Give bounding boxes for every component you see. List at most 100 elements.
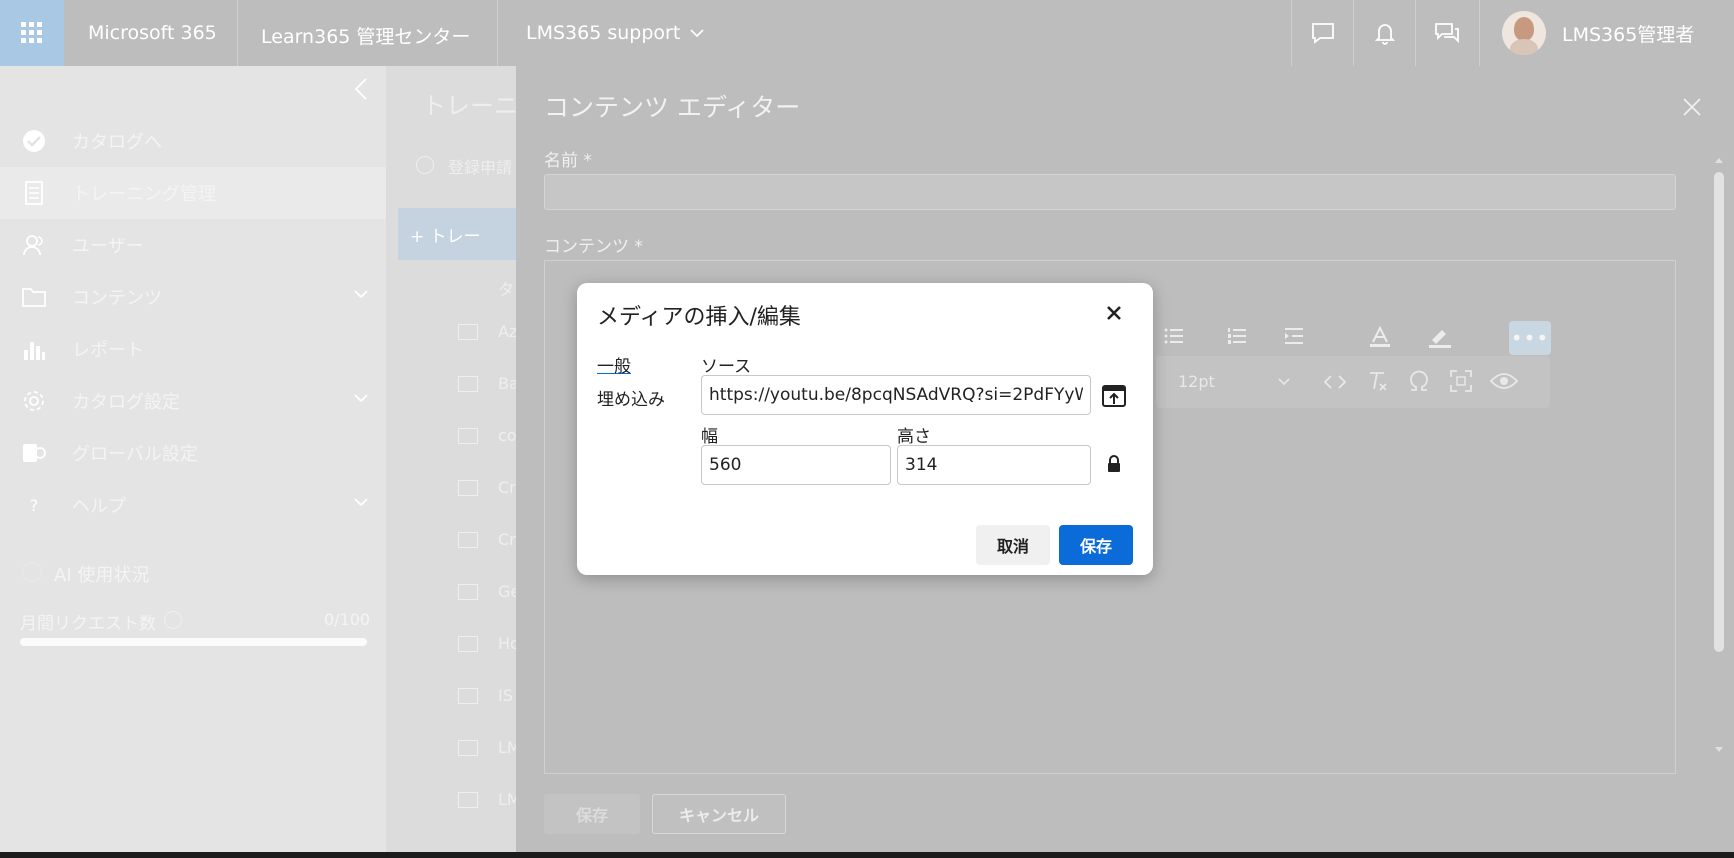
source-input[interactable] bbox=[701, 375, 1091, 415]
special-character-icon[interactable] bbox=[1408, 370, 1430, 392]
editor-save-label: 保存 bbox=[575, 806, 608, 825]
width-input[interactable] bbox=[701, 445, 891, 485]
add-training-button[interactable]: + トレー bbox=[398, 208, 516, 260]
clear-format-icon[interactable] bbox=[1367, 370, 1389, 392]
sidebar-item-global-settings[interactable]: グローバル設定 bbox=[0, 427, 386, 479]
sidebar-item-label: カタログ設定 bbox=[72, 392, 180, 413]
bullet-list-icon[interactable] bbox=[1164, 326, 1184, 346]
more-tools-button[interactable]: ••• bbox=[1509, 321, 1551, 355]
close-icon[interactable] bbox=[1106, 305, 1122, 321]
tab-general[interactable]: 一般 bbox=[597, 352, 631, 377]
source-label: ソース bbox=[701, 357, 752, 377]
list-toolbar bbox=[1164, 326, 1304, 350]
lock-icon[interactable] bbox=[1107, 455, 1121, 473]
registration-label[interactable]: 登録申請 bbox=[448, 154, 512, 178]
list-item[interactable]: co bbox=[498, 426, 517, 445]
browse-file-icon[interactable] bbox=[1102, 385, 1126, 407]
users-icon bbox=[18, 233, 50, 257]
content-label: コンテンツ * bbox=[544, 237, 643, 257]
ai-usage-title: AI 使用状況 bbox=[54, 565, 150, 586]
editor-cancel-label: キャンセル bbox=[678, 806, 759, 825]
center-name[interactable]: Learn365 管理センター bbox=[261, 22, 470, 49]
name-input[interactable] bbox=[544, 174, 1676, 210]
item-icon bbox=[458, 428, 478, 444]
font-size-select[interactable]: 12pt bbox=[1178, 372, 1215, 391]
item-icon bbox=[458, 636, 478, 652]
sidebar-item-label: カタログへ bbox=[72, 132, 162, 153]
dialog-cancel-button[interactable]: 取消 bbox=[976, 525, 1050, 565]
training-list-panel: トレーニ 登録申請 + トレー タ Az Ba co Cr Cr Ge Ho I… bbox=[386, 66, 521, 858]
code-icon[interactable] bbox=[1324, 372, 1346, 392]
editor-cancel-button[interactable]: キャンセル bbox=[652, 794, 786, 834]
user-name: LMS365管理者 bbox=[1562, 23, 1695, 46]
chevron-down-icon bbox=[354, 290, 368, 299]
sidebar-item-catalog[interactable]: カタログへ bbox=[0, 115, 386, 167]
app-name[interactable]: Microsoft 365 bbox=[88, 22, 217, 44]
divider bbox=[1353, 0, 1354, 66]
height-input[interactable] bbox=[897, 445, 1091, 485]
font-color-icon[interactable] bbox=[1369, 326, 1391, 348]
item-icon bbox=[458, 324, 478, 340]
highlight-icon[interactable] bbox=[1428, 326, 1452, 348]
site-selector[interactable]: LMS365 support bbox=[526, 22, 704, 44]
notifications-button[interactable] bbox=[1355, 0, 1415, 66]
bar-chart-icon bbox=[18, 338, 50, 360]
collapse-icon[interactable] bbox=[354, 78, 368, 100]
folder-icon bbox=[458, 740, 478, 756]
list-item[interactable]: Cr bbox=[498, 530, 516, 549]
overflow-toolbar: 12pt bbox=[1156, 356, 1550, 408]
sidebar-item-training-management[interactable]: トレーニング管理 bbox=[0, 167, 386, 219]
sidebar-item-label: ユーザー bbox=[72, 236, 144, 257]
list-item[interactable]: Cr bbox=[498, 478, 516, 497]
panel-title: トレーニ bbox=[422, 92, 518, 120]
taskbar-strip bbox=[0, 852, 1734, 858]
add-training-label: + トレー bbox=[410, 227, 481, 247]
chevron-down-icon bbox=[354, 498, 368, 507]
divider bbox=[237, 0, 238, 66]
width-label: 幅 bbox=[701, 427, 718, 447]
user-menu[interactable]: LMS365管理者 bbox=[1502, 11, 1694, 55]
close-icon[interactable] bbox=[1683, 98, 1701, 116]
sidebar-item-users[interactable]: ユーザー bbox=[0, 219, 386, 271]
sidebar-item-contents[interactable]: コンテンツ bbox=[0, 271, 386, 323]
messages-icon bbox=[1435, 23, 1459, 44]
sidebar-item-label: コンテンツ bbox=[72, 288, 162, 309]
chevron-down-icon bbox=[1278, 378, 1290, 386]
fullscreen-icon[interactable] bbox=[1450, 370, 1472, 392]
dialog-save-button[interactable]: 保存 bbox=[1059, 525, 1133, 565]
sidebar: カタログへ トレーニング管理 ユーザー コンテンツ レポート カタログ設定 グロ… bbox=[0, 66, 386, 858]
dialog-title: メディアの挿入/編集 bbox=[597, 305, 801, 330]
divider bbox=[1479, 0, 1480, 66]
dialog-cancel-label: 取消 bbox=[996, 537, 1029, 556]
numbered-list-icon[interactable] bbox=[1227, 326, 1247, 346]
app-launcher-button[interactable] bbox=[0, 0, 64, 66]
list-item[interactable]: IS bbox=[498, 686, 513, 705]
tab-embed[interactable]: 埋め込み bbox=[597, 385, 665, 410]
editor-save-button[interactable]: 保存 bbox=[544, 794, 640, 834]
item-icon bbox=[458, 792, 478, 808]
item-icon bbox=[458, 688, 478, 704]
sidebar-item-catalog-settings[interactable]: カタログ設定 bbox=[0, 375, 386, 427]
scroll-thumb[interactable] bbox=[1714, 172, 1724, 652]
editor-title: コンテンツ エディター bbox=[544, 93, 801, 122]
scrollbar[interactable] bbox=[1712, 156, 1726, 756]
sidebar-item-label: ヘルプ bbox=[72, 496, 126, 517]
sidebar-item-reports[interactable]: レポート bbox=[0, 323, 386, 375]
indent-icon[interactable] bbox=[1284, 326, 1304, 346]
feedback-button[interactable] bbox=[1293, 0, 1353, 66]
media-dialog: メディアの挿入/編集 一般 埋め込み ソース 幅 高さ 取消 保存 bbox=[577, 283, 1153, 575]
scroll-down-icon[interactable] bbox=[1714, 746, 1724, 754]
sidebar-item-help[interactable]: ? ヘルプ bbox=[0, 479, 386, 531]
messages-button[interactable] bbox=[1417, 0, 1477, 66]
waffle-icon bbox=[21, 22, 42, 43]
preview-icon[interactable] bbox=[1490, 371, 1518, 391]
list-item[interactable]: Az bbox=[498, 322, 517, 341]
top-bar: Microsoft 365 Learn365 管理センター LMS365 sup… bbox=[0, 0, 1734, 66]
gear-icon bbox=[18, 389, 50, 413]
chat-icon bbox=[1312, 23, 1334, 44]
chevron-down-icon bbox=[690, 29, 704, 38]
settings-icon bbox=[18, 441, 50, 465]
scroll-up-icon[interactable] bbox=[1714, 156, 1724, 164]
info-icon[interactable] bbox=[164, 611, 182, 629]
item-icon bbox=[458, 584, 478, 600]
